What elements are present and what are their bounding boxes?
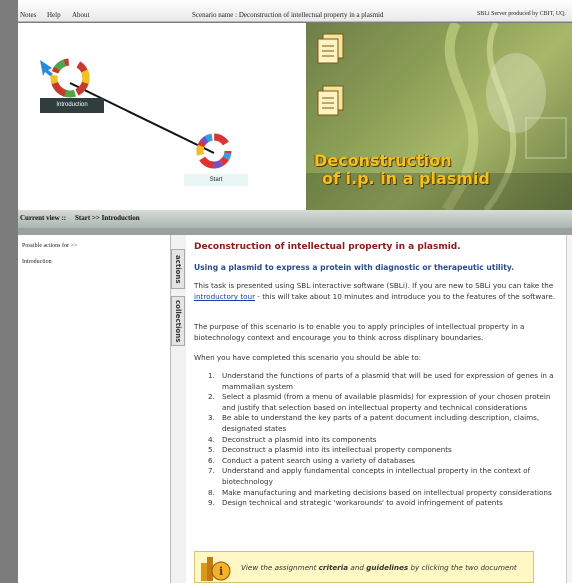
goal-text: Select a plasmid (from a menu of availab… [222, 392, 551, 412]
scrollbar[interactable] [566, 235, 572, 583]
tab-collections[interactable]: collections [171, 296, 185, 346]
banner-title-line1: Deconstruction [314, 151, 452, 170]
goal-text: Deconstruct a plasmid into its component… [222, 434, 377, 444]
map-connector [69, 82, 215, 154]
learning-goals-list: 1. Understand the functions of parts of a… [208, 371, 562, 509]
page-subtitle: Using a plasmid to express a protein wit… [194, 263, 515, 272]
list-item: 8. Make manufacturing and marketing decis… [208, 487, 552, 497]
goal-text: Conduct a patent search using a variety … [222, 455, 415, 465]
goal-text: Deconstruct a plasmid into its intellect… [222, 445, 452, 455]
list-item: 5. Deconstruct a plasmid into its intelle… [208, 445, 452, 455]
note-post: by clicking the two document [408, 563, 517, 572]
list-item: 3. Be able to understand the key parts of… [208, 413, 540, 433]
document-icon[interactable] [316, 85, 346, 117]
scenario-name: Scenario name : Deconstruction of intell… [192, 11, 384, 19]
current-view-bar: Current view :: Start >> Introduction [18, 210, 572, 228]
menu-bar: Notes Help About Scenario name : Deconst… [18, 0, 572, 22]
plasmid-ring-icon[interactable] [196, 133, 232, 169]
goal-text: Make manufacturing and marketing decisio… [222, 487, 552, 497]
arrow-icon [40, 60, 53, 76]
map-canvas [40, 58, 232, 169]
introductory-tour-link[interactable]: introductory tour [194, 292, 255, 301]
list-item: 1. Understand the functions of parts of a… [208, 371, 554, 391]
page-title: Deconstruction of intellectual property … [194, 242, 461, 252]
purpose-paragraph: The purpose of this scenario is to enabl… [194, 322, 525, 342]
intro-text: This task is presented using SBL interac… [194, 281, 554, 290]
intro-text-end: - this will take about 10 minutes and in… [255, 292, 556, 301]
content-pane: Deconstruction of intellectual property … [186, 235, 566, 583]
scenario-banner: Deconstruction of i.p. in a plasmid [306, 23, 572, 210]
possible-actions-label: Possible actions for >> [22, 243, 78, 249]
list-item: 9. Design technical and strategic 'workar… [208, 498, 503, 508]
goal-text: Be able to understand the key parts of a… [222, 413, 540, 433]
note-pre: View the assignment [241, 563, 319, 572]
tab-actions[interactable]: actions [171, 249, 185, 289]
outcomes-intro: When you have completed this scenario yo… [194, 353, 422, 362]
actions-panel: Possible actions for >> Introduction [18, 235, 171, 583]
info-icon: i [201, 557, 231, 581]
action-item-introduction[interactable]: Introduction [22, 259, 52, 265]
goal-text: Understand the functions of parts of a p… [222, 371, 554, 391]
node-introduction[interactable]: Introduction [40, 98, 104, 113]
current-view-label: Current view :: [20, 214, 67, 222]
menu-about[interactable]: About [72, 11, 90, 19]
svg-text:i: i [219, 565, 223, 578]
note-mid: and [348, 563, 367, 572]
plasmid-ring-icon[interactable] [50, 58, 90, 98]
list-item: 4. Deconstruct a plasmid into its compone… [208, 434, 377, 444]
banner-title-line2: of i.p. in a plasmid [322, 169, 490, 188]
assignment-note: i View the assignment criteria and guide… [194, 551, 534, 583]
node-start[interactable]: Start [184, 174, 248, 186]
note-text: View the assignment criteria and guideli… [241, 563, 517, 572]
criteria-text: criteria [318, 563, 349, 572]
list-item: 2. Select a plasmid (from a menu of avail… [208, 392, 551, 412]
menu-notes[interactable]: Notes [20, 11, 36, 19]
goal-text: Understand and apply fundamental concept… [222, 466, 531, 486]
guidelines-text: guidelines [366, 563, 409, 572]
scenario-map: Introduction Start [18, 23, 306, 210]
menu-help[interactable]: Help [47, 11, 61, 19]
divider [18, 228, 572, 235]
list-item: 6. Conduct a patent search using a variet… [208, 455, 415, 465]
breadcrumb: Start >> Introduction [75, 214, 140, 222]
intro-paragraph: This task is presented using SBL interac… [194, 280, 562, 302]
goal-text: Design technical and strategic 'workarou… [222, 498, 503, 508]
credit-text: SBLi Server produced by CBIT, UQ. [476, 11, 566, 17]
list-item: 7. Understand and apply fundamental conce… [208, 466, 531, 486]
document-icon[interactable] [316, 33, 346, 65]
